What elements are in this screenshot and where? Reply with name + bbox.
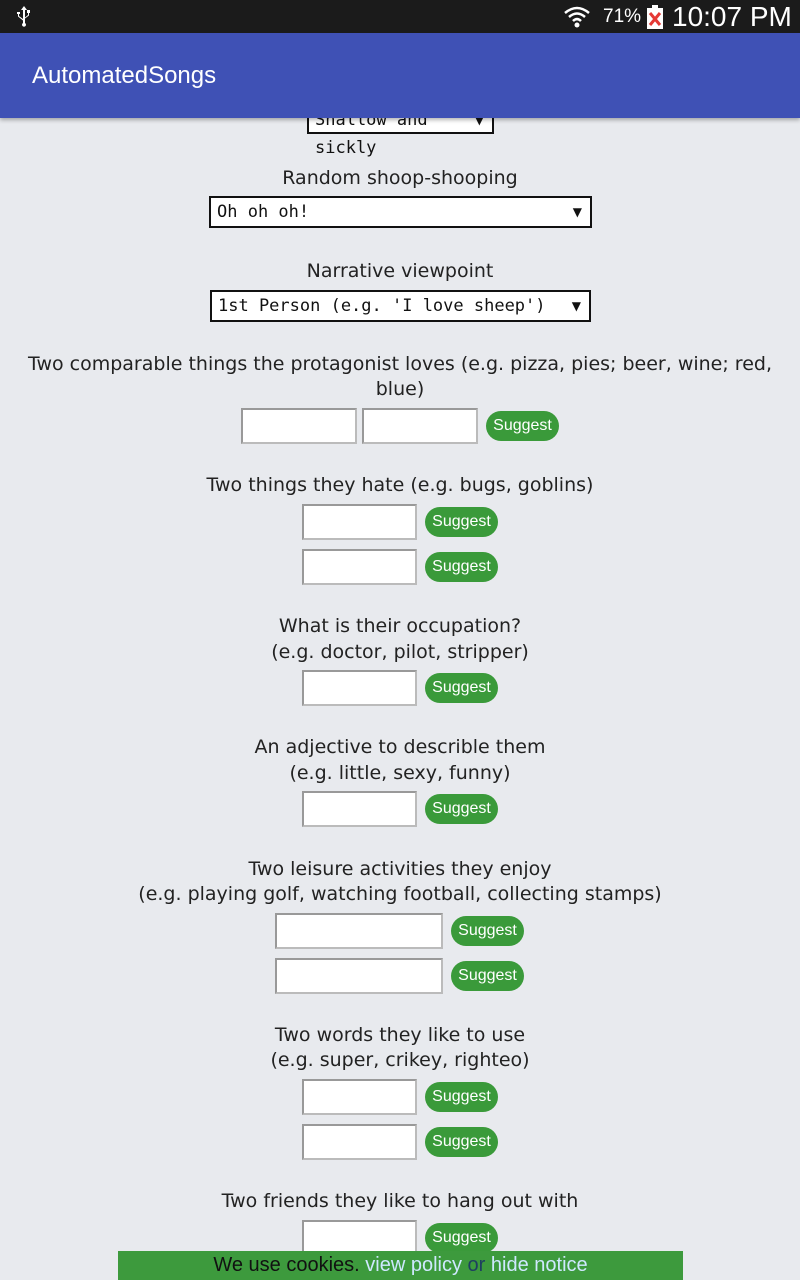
leisure-input-1[interactable] (275, 913, 443, 949)
words-input-2[interactable] (302, 1124, 417, 1160)
friends-suggest-button-1[interactable]: Suggest (425, 1223, 498, 1253)
shoop-select[interactable]: Oh oh oh! ▼ (209, 196, 592, 228)
words-suggest-button-1[interactable]: Suggest (425, 1082, 498, 1112)
dropdown-arrow-icon: ▼ (571, 299, 581, 313)
hates-suggest-button-1[interactable]: Suggest (425, 507, 498, 537)
usb-icon (17, 6, 30, 27)
battery-percent: 71% (603, 6, 642, 27)
leisure-input-2[interactable] (275, 958, 443, 994)
wifi-icon (564, 6, 590, 28)
words-label-line2: (e.g. super, crikey, righteo) (270, 1049, 530, 1071)
viewpoint-label: Narrative viewpoint (306, 260, 494, 282)
words-input-1[interactable] (302, 1079, 417, 1115)
adjective-label-line2: (e.g. little, sexy, funny) (289, 762, 511, 784)
hates-input-2[interactable] (302, 549, 417, 585)
cookie-text: We use cookies. (213, 1254, 360, 1276)
hates-label: Two things they hate (e.g. bugs, goblins… (206, 474, 594, 496)
viewpoint-select-value: 1st Person (e.g. 'I love sheep') (218, 296, 546, 316)
viewpoint-select[interactable]: 1st Person (e.g. 'I love sheep') ▼ (210, 290, 591, 322)
leisure-suggest-button-2[interactable]: Suggest (451, 961, 524, 991)
dropdown-arrow-icon: ▼ (474, 118, 484, 127)
occupation-label-line1: What is their occupation? (278, 615, 522, 637)
shoop-label: Random shoop-shooping (282, 167, 518, 189)
loves-input-1[interactable] (241, 408, 357, 444)
cookie-notice: We use cookies. view policy or hide noti… (118, 1251, 683, 1280)
adjective-suggest-button[interactable]: Suggest (425, 794, 498, 824)
app-title: AutomatedSongs (32, 62, 217, 89)
leisure-suggest-button-1[interactable]: Suggest (451, 916, 524, 946)
hates-suggest-button-2[interactable]: Suggest (425, 552, 498, 582)
words-label-line1: Two words they like to use (274, 1024, 526, 1046)
leisure-label-line1: Two leisure activities they enjoy (248, 858, 552, 880)
words-suggest-button-2[interactable]: Suggest (425, 1127, 498, 1157)
app-bar: AutomatedSongs (0, 33, 800, 118)
adjective-label-line1: An adjective to describle them (254, 736, 546, 758)
loves-label-line1: Two comparable things the protagonist lo… (27, 353, 772, 375)
view-policy-link[interactable]: view policy (365, 1254, 462, 1276)
loves-input-2[interactable] (362, 408, 478, 444)
loves-label-line2: blue) (375, 378, 425, 400)
mood-select-value: Shallow and sickly (315, 118, 428, 158)
occupation-label-line2: (e.g. doctor, pilot, stripper) (271, 641, 529, 663)
song-form: Shallow and sickly ▼ Random shoop-shoopi… (0, 118, 800, 1280)
occupation-input[interactable] (302, 670, 417, 706)
hide-notice-link[interactable]: hide notice (491, 1254, 588, 1276)
cookie-or-text: or (467, 1254, 486, 1276)
friends-label: Two friends they like to hang out with (221, 1190, 579, 1212)
adjective-input[interactable] (302, 791, 417, 827)
loves-suggest-button[interactable]: Suggest (486, 411, 559, 441)
hates-input-1[interactable] (302, 504, 417, 540)
dropdown-arrow-icon: ▼ (572, 205, 582, 219)
clock: 10:07 PM (672, 1, 792, 32)
battery-icon (647, 5, 663, 29)
leisure-label-line2: (e.g. playing golf, watching football, c… (138, 883, 662, 905)
shoop-select-value: Oh oh oh! (217, 202, 310, 222)
occupation-suggest-button[interactable]: Suggest (425, 673, 498, 703)
status-bar: 71% 10:07 PM (0, 0, 800, 33)
mood-select[interactable]: Shallow and sickly ▼ (307, 118, 494, 158)
